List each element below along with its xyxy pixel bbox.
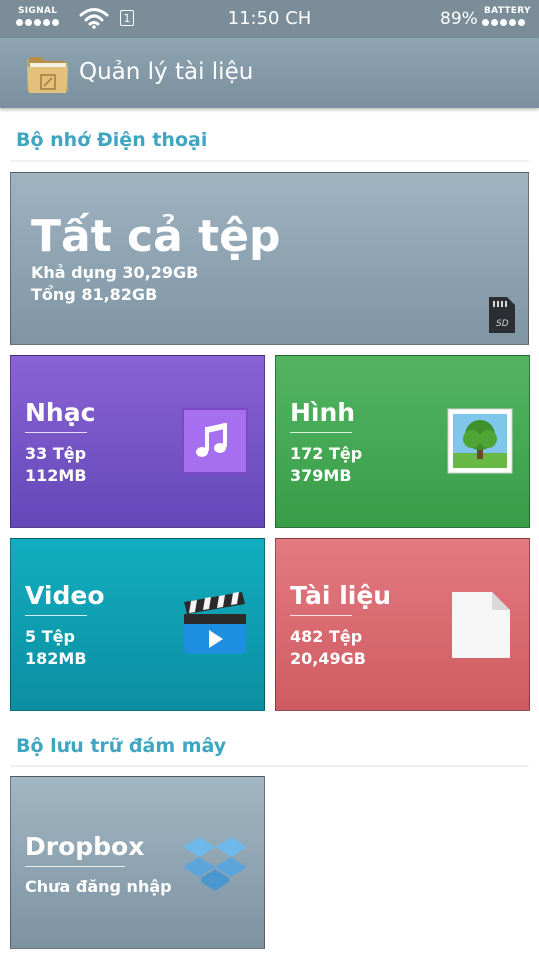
- dropbox-label: Dropbox: [25, 832, 145, 861]
- folder-icon: [27, 57, 68, 93]
- document-icon: [452, 592, 510, 658]
- video-file-count: 5 Tệp: [25, 627, 75, 646]
- battery-level-icon: [482, 19, 525, 26]
- image-tile[interactable]: Hình 172 Tệp 379MB: [275, 355, 530, 528]
- music-file-count: 33 Tệp: [25, 444, 87, 463]
- title-underline: [25, 615, 87, 616]
- status-bar: SIGNAL 1 11:50 CH 89% BATTERY: [0, 0, 539, 38]
- section-divider: [10, 765, 529, 767]
- image-size: 379MB: [290, 466, 352, 485]
- clapperboard-icon: [184, 592, 246, 654]
- app-title: Quản lý tài liệu: [79, 59, 254, 85]
- music-note-icon: [182, 408, 248, 474]
- all-files-title: Tất cả tệp: [31, 211, 281, 262]
- video-size: 182MB: [25, 649, 87, 668]
- section-divider: [10, 160, 529, 162]
- title-underline: [25, 432, 87, 433]
- video-label: Video: [25, 581, 105, 610]
- documents-size: 20,49GB: [290, 649, 366, 668]
- documents-file-count: 482 Tệp: [290, 627, 363, 646]
- total-space: Tổng 81,82GB: [31, 285, 158, 304]
- cloud-storage-title: Bộ lưu trữ đám mây: [16, 735, 227, 757]
- dropbox-tile[interactable]: Dropbox Chưa đăng nhập: [10, 776, 265, 949]
- music-tile[interactable]: Nhạc 33 Tệp 112MB: [10, 355, 265, 528]
- all-files-tile[interactable]: Tất cả tệp Khả dụng 30,29GB Tổng 81,82GB…: [10, 172, 529, 345]
- image-file-count: 172 Tệp: [290, 444, 363, 463]
- phone-storage-title: Bộ nhớ Điện thoại: [16, 129, 208, 151]
- documents-label: Tài liệu: [290, 581, 392, 610]
- available-space: Khả dụng 30,29GB: [31, 263, 199, 282]
- music-label: Nhạc: [25, 398, 96, 427]
- title-underline: [290, 615, 352, 616]
- video-tile[interactable]: Video 5 Tệp 182MB: [10, 538, 265, 711]
- title-underline: [25, 866, 125, 867]
- dropbox-icon: [183, 837, 247, 891]
- title-underline: [290, 432, 352, 433]
- battery-label: BATTERY: [484, 6, 531, 16]
- battery-percent: 89%: [440, 9, 478, 29]
- documents-tile[interactable]: Tài liệu 482 Tệp 20,49GB: [275, 538, 530, 711]
- sd-card-icon: SD: [489, 297, 515, 333]
- tree-picture-icon: [447, 408, 513, 474]
- music-size: 112MB: [25, 466, 87, 485]
- app-bar: Quản lý tài liệu: [0, 38, 539, 108]
- dropbox-login-status: Chưa đăng nhập: [25, 877, 172, 896]
- image-label: Hình: [290, 398, 356, 427]
- svg-text:SD: SD: [496, 319, 509, 329]
